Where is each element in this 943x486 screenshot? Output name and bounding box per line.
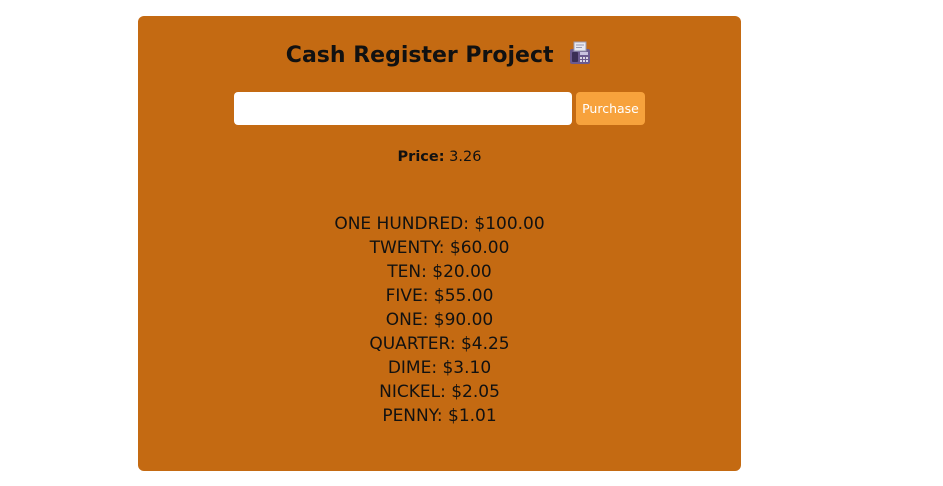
fax-machine-icon (567, 40, 593, 66)
cash-input[interactable] (234, 92, 572, 125)
denomination-name: PENNY (382, 406, 437, 426)
drawer-row-five: FIVE: $55.00 (385, 286, 494, 306)
page-title: Cash Register Project (285, 43, 554, 68)
drawer-row-twenty: TWENTY: $60.00 (369, 238, 510, 258)
denomination-name: DIME (387, 358, 432, 378)
denomination-name: ONE (385, 310, 423, 330)
denomination-name: TEN (387, 262, 422, 282)
denomination-amount: $90.00 (433, 310, 494, 330)
denomination-amount: $4.25 (460, 334, 510, 354)
drawer-row-one: ONE: $90.00 (385, 310, 494, 330)
drawer-row-nickel: NICKEL: $2.05 (379, 382, 500, 402)
price-label: Price: (397, 149, 445, 165)
drawer-row-quarter: QUARTER: $4.25 (369, 334, 510, 354)
denomination-amount: $1.01 (448, 406, 497, 426)
drawer-row-ten: TEN: $20.00 (387, 262, 492, 282)
denomination-name: FIVE (385, 286, 423, 306)
price-display: Price: 3.26 (138, 147, 741, 167)
denomination-name: TWENTY (369, 238, 439, 258)
denomination-name: QUARTER (369, 334, 450, 354)
price-value: 3.26 (449, 149, 482, 165)
cash-register-card: Cash Register Project Purchase Price: 3.… (138, 16, 741, 471)
page-title-row: Cash Register Project (138, 40, 741, 70)
denomination-name: NICKEL (379, 382, 441, 402)
cash-drawer-list: ONE HUNDRED: $100.00 TWENTY: $60.00 TEN:… (138, 212, 741, 428)
drawer-row-one-hundred: ONE HUNDRED: $100.00 (334, 214, 545, 234)
purchase-button[interactable]: Purchase (576, 92, 645, 125)
denomination-amount: $100.00 (474, 214, 545, 234)
denomination-amount: $3.10 (442, 358, 492, 378)
denomination-amount: $55.00 (433, 286, 494, 306)
denomination-name: ONE HUNDRED (334, 214, 464, 234)
drawer-row-dime: DIME: $3.10 (387, 358, 492, 378)
denomination-amount: $60.00 (449, 238, 510, 258)
drawer-row-penny: PENNY: $1.01 (382, 406, 497, 426)
denomination-amount: $20.00 (432, 262, 492, 282)
denomination-amount: $2.05 (451, 382, 500, 402)
purchase-form: Purchase (234, 92, 645, 125)
